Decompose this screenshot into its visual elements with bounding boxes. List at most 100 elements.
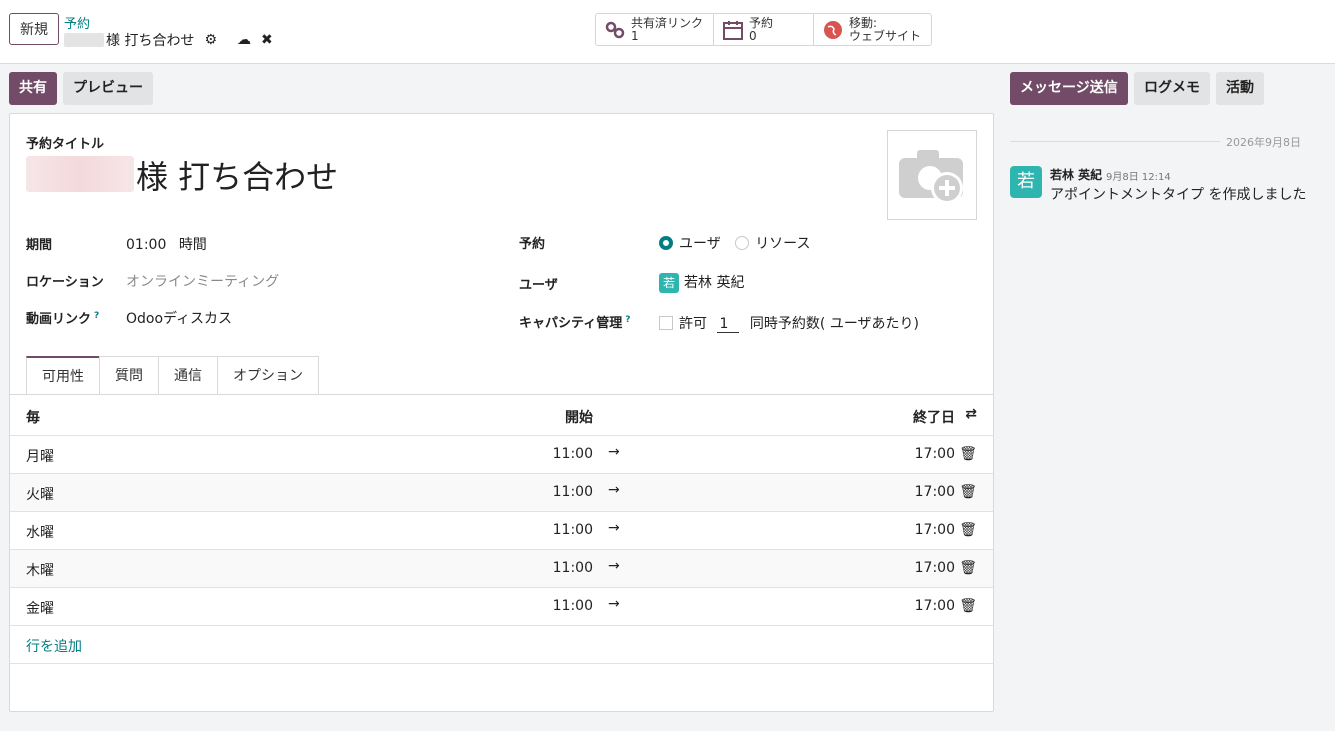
arrow-right-icon: → xyxy=(608,520,620,536)
radio-resource[interactable]: リソース xyxy=(735,236,811,252)
stat-label: 予約 xyxy=(749,15,774,30)
duration-value: 01:00 xyxy=(126,237,167,253)
cell-day: 水曜 xyxy=(26,525,54,541)
message-body: アポイントメントタイプ を作成しました xyxy=(1050,187,1307,203)
arrow-right-icon: → xyxy=(608,482,620,498)
location-input[interactable]: オンラインミーティング xyxy=(126,271,279,291)
column-header-start[interactable]: 開始 xyxy=(565,407,593,427)
arrow-right-icon: → xyxy=(608,596,620,612)
message-author: 若林 英紀 xyxy=(1050,168,1103,182)
cell-day: 木曜 xyxy=(26,563,54,579)
stat-value: 1 xyxy=(631,28,639,43)
cell-end: 17:00 xyxy=(914,522,955,538)
cell-end: 17:00 xyxy=(914,560,955,576)
capacity-suffix: 同時予約数( ユーザあたり) xyxy=(749,316,919,332)
send-message-button[interactable]: メッセージ送信 xyxy=(1010,72,1128,105)
capacity-label: キャパシティ管理? xyxy=(519,314,631,331)
discard-icon[interactable]: ✖ xyxy=(261,32,273,48)
link-icon xyxy=(605,21,625,38)
column-header-day[interactable]: 毎 xyxy=(26,407,40,427)
image-upload[interactable] xyxy=(887,130,977,220)
table-header: 毎 開始 終了日 ⇄ xyxy=(10,395,993,436)
stat-label: 移動: xyxy=(849,15,878,30)
capacity-field: 許可 1 同時予約数( ユーザあたり) xyxy=(659,313,919,333)
capacity-checkbox[interactable] xyxy=(659,316,673,330)
breadcrumb: 様 打ち合わせ ⚙ ☁ ✖ xyxy=(64,30,273,50)
users-label: ユーザ xyxy=(519,278,558,293)
trash-icon[interactable]: 🗑 xyxy=(959,446,977,462)
tab-questions[interactable]: 質問 xyxy=(99,356,159,395)
form-sheet: 予約タイトル 様 打ち合わせ 期間 01:00 時間 ロケーション オンラインミ… xyxy=(9,113,994,712)
trash-icon[interactable]: 🗑 xyxy=(959,598,977,614)
table-row[interactable]: 金曜 11:00 → 17:00 🗑 xyxy=(10,588,993,626)
trash-icon[interactable]: 🗑 xyxy=(959,522,977,538)
cell-start: 11:00 xyxy=(552,598,593,614)
message-timestamp: 9月8日 12:14 xyxy=(1106,172,1171,183)
capacity-allow-label: 許可 xyxy=(679,316,707,332)
trash-icon[interactable]: 🗑 xyxy=(959,560,977,576)
cloud-save-icon[interactable]: ☁ xyxy=(237,32,251,48)
duration-label: 期間 xyxy=(26,238,53,253)
stat-button-go-to-website[interactable]: 移動: ウェブサイト xyxy=(814,14,931,45)
add-line-row: 行を追加 xyxy=(10,626,993,664)
add-line-link[interactable]: 行を追加 xyxy=(26,636,82,656)
stat-button-bookings[interactable]: 予約 0 xyxy=(714,14,815,45)
stat-value: ウェブサイト xyxy=(849,28,922,43)
calendar-icon xyxy=(723,20,744,40)
stat-value: 0 xyxy=(749,28,757,43)
avatar[interactable]: 若 xyxy=(1010,166,1042,198)
cell-start: 11:00 xyxy=(552,522,593,538)
cell-day: 月曜 xyxy=(26,449,54,465)
cell-day: 火曜 xyxy=(26,487,54,503)
camera-add-icon xyxy=(899,150,963,204)
table-row[interactable]: 木曜 11:00 → 17:00 🗑 xyxy=(10,550,993,588)
smart-buttons: 共有済リンク 1 予約 0 移動: ウェブサイト xyxy=(595,13,933,46)
duration-field[interactable]: 01:00 時間 xyxy=(126,234,207,254)
stat-button-shared-links[interactable]: 共有済リンク 1 xyxy=(596,14,715,45)
table-row[interactable]: 水曜 11:00 → 17:00 🗑 xyxy=(10,512,993,550)
breadcrumb-current: 様 打ち合わせ xyxy=(106,33,195,49)
control-panel: 新規 予約 様 打ち合わせ ⚙ ☁ ✖ 共有済リンク 1 予約 0 移動: ウェ… xyxy=(0,0,1335,64)
user-tag: 若林 英紀 xyxy=(684,275,745,291)
cell-end: 17:00 xyxy=(914,446,955,462)
video-link-select[interactable]: Odooディスカス xyxy=(126,308,232,328)
globe-icon xyxy=(824,20,843,39)
column-settings-icon[interactable]: ⇄ xyxy=(965,406,977,422)
tab-availability[interactable]: 可用性 xyxy=(26,356,100,395)
chatter-date: 2026年9月8日 xyxy=(1226,136,1301,149)
users-field[interactable]: 若若林 英紀 xyxy=(659,272,744,293)
gear-icon[interactable]: ⚙ xyxy=(204,32,217,48)
column-header-end[interactable]: 終了日 xyxy=(913,407,955,427)
cell-end: 17:00 xyxy=(914,598,955,614)
table-row[interactable]: 月曜 11:00 → 17:00 🗑 xyxy=(10,436,993,474)
radio-user[interactable]: ユーザ xyxy=(659,236,721,252)
table-row[interactable]: 火曜 11:00 → 17:00 🗑 xyxy=(10,474,993,512)
redacted-text xyxy=(64,33,104,47)
new-button[interactable]: 新規 xyxy=(9,13,59,45)
trash-icon[interactable]: 🗑 xyxy=(959,484,977,500)
cell-start: 11:00 xyxy=(552,560,593,576)
arrow-right-icon: → xyxy=(608,558,620,574)
video-link-label: 動画リンク? xyxy=(26,310,100,327)
help-tooltip-icon[interactable]: ? xyxy=(625,315,630,325)
tab-options[interactable]: オプション xyxy=(217,356,319,395)
cell-start: 11:00 xyxy=(552,446,593,462)
log-note-button[interactable]: ログメモ xyxy=(1134,72,1210,105)
help-tooltip-icon[interactable]: ? xyxy=(94,311,99,321)
cell-day: 金曜 xyxy=(26,601,54,617)
cell-start: 11:00 xyxy=(552,484,593,500)
preview-button[interactable]: プレビュー xyxy=(63,72,153,105)
stat-label: 共有済リンク xyxy=(631,15,704,30)
activity-button[interactable]: 活動 xyxy=(1216,72,1264,105)
location-label: ロケーション xyxy=(26,275,104,290)
duration-unit: 時間 xyxy=(178,237,207,253)
availability-table: 毎 開始 終了日 ⇄ 月曜 11:00 → 17:00 🗑 火曜 11:00 →… xyxy=(10,395,993,664)
booking-radio-group: ユーザ リソース xyxy=(659,233,811,253)
arrow-right-icon: → xyxy=(608,444,620,460)
title-input[interactable]: 様 打ち合わせ xyxy=(136,152,338,198)
tab-communication[interactable]: 通信 xyxy=(158,356,218,395)
share-button[interactable]: 共有 xyxy=(9,72,57,105)
cell-end: 17:00 xyxy=(914,484,955,500)
capacity-input[interactable]: 1 xyxy=(717,316,740,333)
redacted-text xyxy=(26,156,134,192)
